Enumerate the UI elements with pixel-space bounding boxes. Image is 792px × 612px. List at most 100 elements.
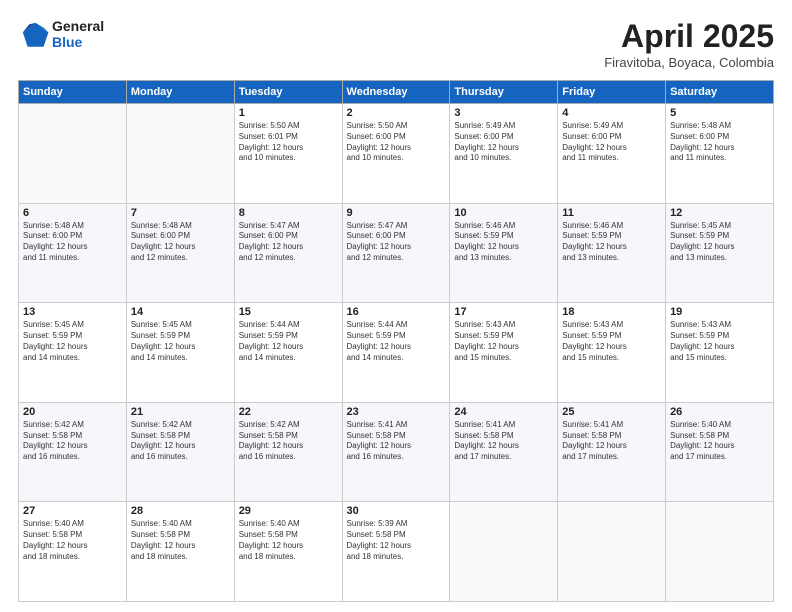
logo-icon — [18, 18, 50, 50]
day-number: 14 — [131, 306, 230, 318]
calendar-cell — [558, 502, 666, 602]
cell-info: Sunrise: 5:43 AM Sunset: 5:59 PM Dayligh… — [454, 320, 553, 363]
calendar-cell: 5 Sunrise: 5:48 AM Sunset: 6:00 PM Daylig… — [666, 104, 774, 204]
day-number: 7 — [131, 207, 230, 219]
calendar-body: 1 Sunrise: 5:50 AM Sunset: 6:01 PM Daylig… — [19, 104, 774, 602]
calendar-cell: 28 Sunrise: 5:40 AM Sunset: 5:58 PM Dayli… — [126, 502, 234, 602]
day-number: 18 — [562, 306, 661, 318]
cell-info: Sunrise: 5:46 AM Sunset: 5:59 PM Dayligh… — [454, 221, 553, 264]
calendar-cell: 22Sunrise: 5:42 AM Sunset: 5:58 PM Dayli… — [234, 402, 342, 502]
day-number: 10 — [454, 207, 553, 219]
day-number: 6 — [23, 207, 122, 219]
cell-info: Sunrise: 5:45 AM Sunset: 5:59 PM Dayligh… — [670, 221, 769, 264]
calendar-cell: 29 Sunrise: 5:40 AM Sunset: 5:58 PM Dayli… — [234, 502, 342, 602]
calendar-cell: 3 Sunrise: 5:49 AM Sunset: 6:00 PM Daylig… — [450, 104, 558, 204]
day-number: 15 — [239, 306, 338, 318]
calendar-cell: 6Sunrise: 5:48 AM Sunset: 6:00 PM Daylig… — [19, 203, 127, 303]
day-number: 1 — [239, 107, 338, 119]
calendar-cell: 4 Sunrise: 5:49 AM Sunset: 6:00 PM Daylig… — [558, 104, 666, 204]
weekday-header-row: SundayMondayTuesdayWednesdayThursdayFrid… — [19, 81, 774, 104]
calendar-cell: 12 Sunrise: 5:45 AM Sunset: 5:59 PM Dayli… — [666, 203, 774, 303]
weekday-header: Thursday — [450, 81, 558, 104]
day-number: 25 — [562, 406, 661, 418]
cell-info: Sunrise: 5:48 AM Sunset: 6:00 PM Dayligh… — [670, 121, 769, 164]
calendar-cell: 16 Sunrise: 5:44 AM Sunset: 5:59 PM Dayli… — [342, 303, 450, 403]
cell-info: Sunrise: 5:49 AM Sunset: 6:00 PM Dayligh… — [562, 121, 661, 164]
cell-info: Sunrise: 5:40 AM Sunset: 5:58 PM Dayligh… — [131, 519, 230, 562]
cell-info: Sunrise: 5:45 AM Sunset: 5:59 PM Dayligh… — [23, 320, 122, 363]
weekday-header: Tuesday — [234, 81, 342, 104]
month-title: April 2025 — [604, 18, 774, 55]
cell-info: Sunrise: 5:46 AM Sunset: 5:59 PM Dayligh… — [562, 221, 661, 264]
day-number: 5 — [670, 107, 769, 119]
calendar-cell: 24 Sunrise: 5:41 AM Sunset: 5:58 PM Dayli… — [450, 402, 558, 502]
day-number: 24 — [454, 406, 553, 418]
cell-info: Sunrise: 5:41 AM Sunset: 5:58 PM Dayligh… — [454, 420, 553, 463]
day-number: 8 — [239, 207, 338, 219]
cell-info: Sunrise: 5:39 AM Sunset: 5:58 PM Dayligh… — [347, 519, 446, 562]
day-number: 30 — [347, 505, 446, 517]
day-number: 23 — [347, 406, 446, 418]
cell-info: Sunrise: 5:50 AM Sunset: 6:01 PM Dayligh… — [239, 121, 338, 164]
day-number: 27 — [23, 505, 122, 517]
calendar-cell: 2Sunrise: 5:50 AM Sunset: 6:00 PM Daylig… — [342, 104, 450, 204]
day-number: 16 — [347, 306, 446, 318]
day-number: 3 — [454, 107, 553, 119]
cell-info: Sunrise: 5:41 AM Sunset: 5:58 PM Dayligh… — [562, 420, 661, 463]
weekday-header: Sunday — [19, 81, 127, 104]
logo-text: General Blue — [52, 18, 104, 50]
calendar-cell: 10 Sunrise: 5:46 AM Sunset: 5:59 PM Dayli… — [450, 203, 558, 303]
calendar-cell: 9 Sunrise: 5:47 AM Sunset: 6:00 PM Daylig… — [342, 203, 450, 303]
cell-info: Sunrise: 5:42 AM Sunset: 5:58 PM Dayligh… — [131, 420, 230, 463]
cell-info: Sunrise: 5:44 AM Sunset: 5:59 PM Dayligh… — [239, 320, 338, 363]
calendar-cell: 20Sunrise: 5:42 AM Sunset: 5:58 PM Dayli… — [19, 402, 127, 502]
header: General Blue April 2025 Firavitoba, Boya… — [18, 18, 774, 70]
calendar-cell: 18 Sunrise: 5:43 AM Sunset: 5:59 PM Dayli… — [558, 303, 666, 403]
calendar-week-row: 20Sunrise: 5:42 AM Sunset: 5:58 PM Dayli… — [19, 402, 774, 502]
calendar: SundayMondayTuesdayWednesdayThursdayFrid… — [18, 80, 774, 602]
weekday-header: Monday — [126, 81, 234, 104]
cell-info: Sunrise: 5:40 AM Sunset: 5:58 PM Dayligh… — [239, 519, 338, 562]
day-number: 26 — [670, 406, 769, 418]
day-number: 12 — [670, 207, 769, 219]
cell-info: Sunrise: 5:47 AM Sunset: 6:00 PM Dayligh… — [347, 221, 446, 264]
day-number: 4 — [562, 107, 661, 119]
calendar-cell — [126, 104, 234, 204]
day-number: 21 — [131, 406, 230, 418]
day-number: 22 — [239, 406, 338, 418]
page: General Blue April 2025 Firavitoba, Boya… — [0, 0, 792, 612]
day-number: 29 — [239, 505, 338, 517]
cell-info: Sunrise: 5:44 AM Sunset: 5:59 PM Dayligh… — [347, 320, 446, 363]
calendar-week-row: 1 Sunrise: 5:50 AM Sunset: 6:01 PM Daylig… — [19, 104, 774, 204]
calendar-week-row: 6 Sunrise: 5:48 AM Sunset: 6:00 PM Daylig… — [19, 203, 774, 303]
cell-info: Sunrise: 5:43 AM Sunset: 5:59 PM Dayligh… — [562, 320, 661, 363]
calendar-cell: 15 Sunrise: 5:44 AM Sunset: 5:59 PM Dayli… — [234, 303, 342, 403]
day-number: 11 — [562, 207, 661, 219]
day-number: 9 — [347, 207, 446, 219]
cell-info: Sunrise: 5:49 AM Sunset: 6:00 PM Dayligh… — [454, 121, 553, 164]
calendar-cell: 8 Sunrise: 5:47 AM Sunset: 6:00 PM Daylig… — [234, 203, 342, 303]
calendar-cell: 26 Sunrise: 5:40 AM Sunset: 5:58 PM Dayli… — [666, 402, 774, 502]
calendar-cell — [19, 104, 127, 204]
day-number: 28 — [131, 505, 230, 517]
cell-info: Sunrise: 5:43 AM Sunset: 5:59 PM Dayligh… — [670, 320, 769, 363]
cell-info: Sunrise: 5:48 AM Sunset: 6:00 PM Dayligh… — [131, 221, 230, 264]
location: Firavitoba, Boyaca, Colombia — [604, 55, 774, 70]
calendar-cell: 7 Sunrise: 5:48 AM Sunset: 6:00 PM Daylig… — [126, 203, 234, 303]
cell-info: Sunrise: 5:47 AM Sunset: 6:00 PM Dayligh… — [239, 221, 338, 264]
weekday-header: Wednesday — [342, 81, 450, 104]
cell-info: Sunrise: 5:40 AM Sunset: 5:58 PM Dayligh… — [670, 420, 769, 463]
calendar-cell: 14Sunrise: 5:45 AM Sunset: 5:59 PM Dayli… — [126, 303, 234, 403]
calendar-week-row: 27 Sunrise: 5:40 AM Sunset: 5:58 PM Dayli… — [19, 502, 774, 602]
day-number: 13 — [23, 306, 122, 318]
cell-info: Sunrise: 5:42 AM Sunset: 5:58 PM Dayligh… — [23, 420, 122, 463]
calendar-cell — [450, 502, 558, 602]
calendar-cell: 30 Sunrise: 5:39 AM Sunset: 5:58 PM Dayli… — [342, 502, 450, 602]
cell-info: Sunrise: 5:41 AM Sunset: 5:58 PM Dayligh… — [347, 420, 446, 463]
day-number: 17 — [454, 306, 553, 318]
day-number: 19 — [670, 306, 769, 318]
calendar-week-row: 13 Sunrise: 5:45 AM Sunset: 5:59 PM Dayli… — [19, 303, 774, 403]
calendar-cell: 23 Sunrise: 5:41 AM Sunset: 5:58 PM Dayli… — [342, 402, 450, 502]
calendar-cell: 13 Sunrise: 5:45 AM Sunset: 5:59 PM Dayli… — [19, 303, 127, 403]
calendar-cell: 25 Sunrise: 5:41 AM Sunset: 5:58 PM Dayli… — [558, 402, 666, 502]
